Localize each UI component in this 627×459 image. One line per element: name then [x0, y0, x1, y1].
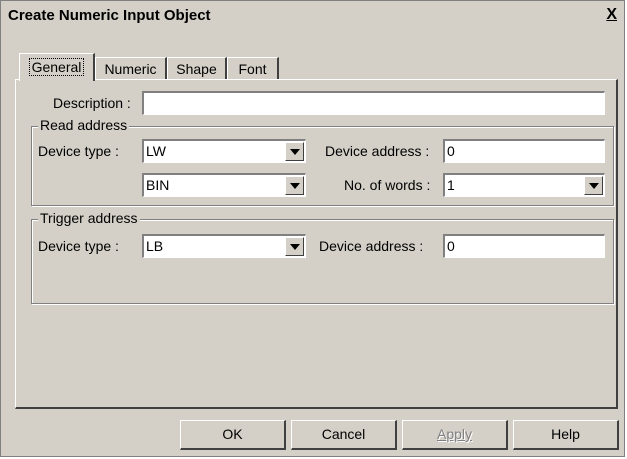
apply-button-label: Apply [436, 426, 473, 442]
chevron-down-icon[interactable] [285, 237, 304, 256]
apply-button[interactable]: Apply [402, 420, 508, 450]
tab-general-label: General [28, 58, 85, 76]
title-bar: Create Numeric Input Object X [4, 4, 621, 28]
trigger-device-type-value: LB [146, 238, 164, 254]
words-select[interactable]: 1 [443, 173, 605, 197]
read-format-value: BIN [146, 177, 170, 193]
words-label: No. of words : [344, 177, 431, 193]
ok-button[interactable]: OK [180, 420, 286, 450]
tab-shape-label: Shape [176, 61, 217, 77]
read-device-address-label: Device address : [325, 143, 430, 159]
trigger-device-type-select[interactable]: LB [142, 234, 306, 258]
cancel-button[interactable]: Cancel [291, 420, 397, 450]
read-device-address-input[interactable]: 0 [443, 139, 605, 163]
trigger-address-title: Trigger address [38, 210, 140, 226]
read-device-type-select[interactable]: LW [142, 139, 306, 163]
read-device-type-label: Device type : [38, 143, 119, 159]
trigger-device-address-label: Device address : [319, 238, 424, 254]
tab-shape[interactable]: Shape [167, 57, 227, 79]
description-label: Description : [53, 95, 131, 111]
words-value: 1 [447, 177, 455, 193]
trigger-address-group: Trigger address [31, 210, 614, 304]
chevron-down-icon[interactable] [584, 176, 603, 195]
trigger-device-address-input[interactable]: 0 [443, 234, 605, 258]
tab-font[interactable]: Font [227, 57, 279, 79]
read-address-title: Read address [38, 117, 130, 133]
trigger-device-type-label: Device type : [38, 238, 119, 254]
read-device-type-value: LW [146, 143, 166, 159]
close-icon[interactable]: X [606, 5, 617, 25]
create-numeric-input-dialog: Create Numeric Input Object X General Nu… [0, 0, 625, 457]
read-format-select[interactable]: BIN [142, 173, 306, 197]
description-input[interactable] [142, 91, 605, 115]
dialog-title: Create Numeric Input Object [8, 7, 211, 24]
chevron-down-icon[interactable] [285, 176, 304, 195]
tab-numeric-label: Numeric [104, 61, 157, 77]
tab-font-label: Font [238, 61, 267, 77]
tab-numeric[interactable]: Numeric [95, 57, 167, 79]
help-button[interactable]: Help [513, 420, 619, 450]
tab-general[interactable]: General [19, 53, 95, 81]
chevron-down-icon[interactable] [285, 142, 304, 161]
